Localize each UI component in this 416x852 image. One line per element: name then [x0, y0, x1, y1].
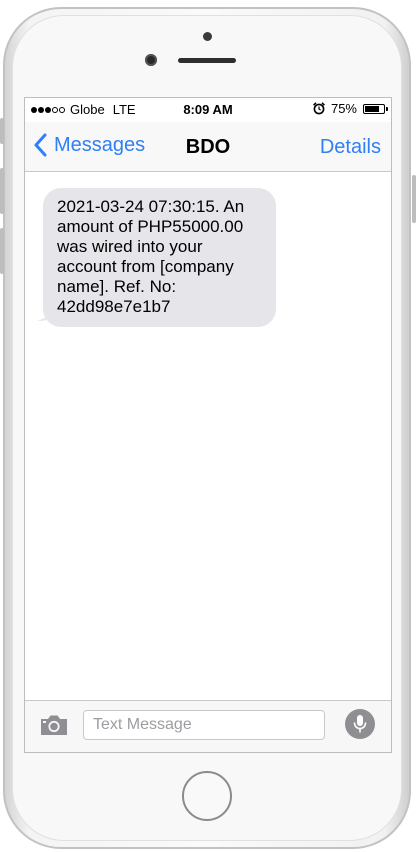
alarm-clock-icon	[313, 102, 325, 115]
battery-tip	[386, 106, 388, 111]
back-button-label: Messages	[54, 133, 146, 156]
camera-icon[interactable]	[39, 713, 69, 737]
incoming-message-bubble[interactable]: 2021-03-24 07:30:15. An amount of PHP550…	[43, 188, 276, 327]
power-button	[412, 175, 416, 223]
navigation-bar: Messages BDO Details	[25, 122, 391, 172]
text-message-input[interactable]	[83, 710, 325, 740]
back-button[interactable]: Messages	[33, 133, 145, 157]
battery-percent: 75%	[330, 101, 357, 116]
bubble-tail	[37, 302, 57, 321]
microphone-icon	[353, 715, 367, 733]
proximity-sensor	[145, 54, 157, 66]
front-camera	[203, 32, 212, 41]
chevron-left-icon	[34, 133, 47, 157]
status-bar: Globe LTE 8:09 AM 75%	[25, 98, 391, 122]
message-thread[interactable]: 2021-03-24 07:30:15. An amount of PHP550…	[25, 172, 391, 700]
volume-down-button	[0, 228, 4, 274]
mute-switch	[0, 118, 4, 144]
status-right-group: 75%	[313, 101, 388, 116]
message-input-bar	[25, 700, 391, 752]
details-button[interactable]: Details	[320, 136, 381, 159]
volume-up-button	[0, 168, 4, 214]
microphone-button[interactable]	[345, 709, 375, 739]
home-button[interactable]	[182, 771, 232, 821]
phone-screen: Globe LTE 8:09 AM 75% Messages BDO Detai…	[24, 97, 392, 753]
battery-icon	[363, 103, 388, 114]
battery-level-fill	[365, 105, 379, 112]
earpiece-speaker	[178, 58, 236, 63]
